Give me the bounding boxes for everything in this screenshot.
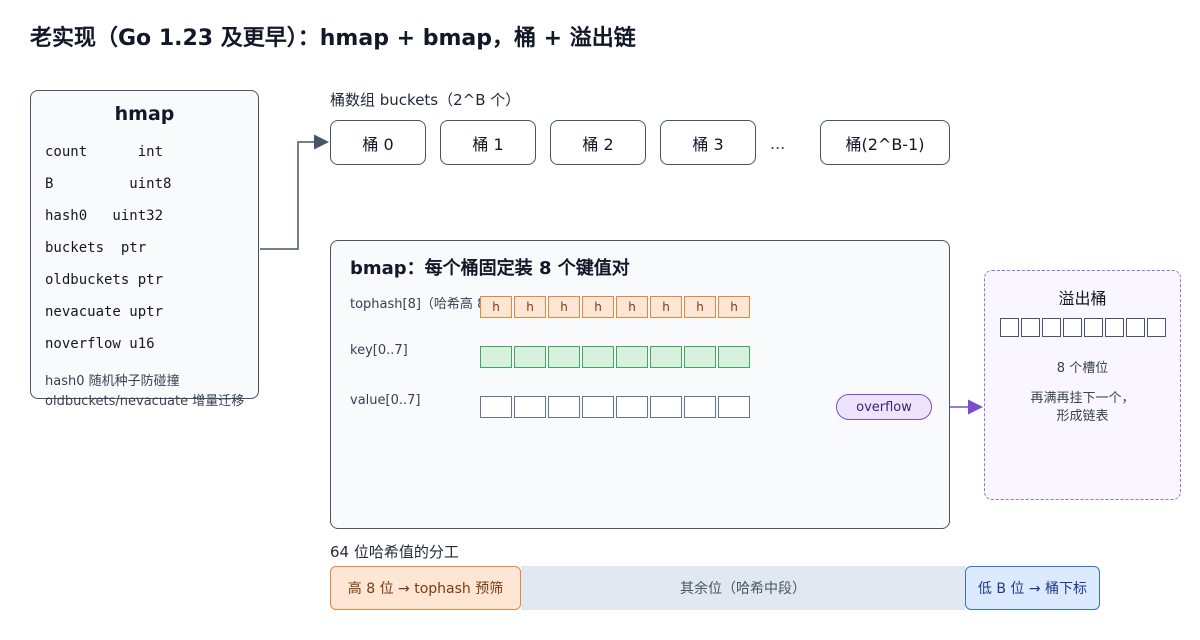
key-slots	[480, 346, 750, 368]
overflow-bucket-slots	[1000, 318, 1166, 337]
key-row-label: key[0..7]	[350, 343, 408, 358]
bucket-array-label: 桶数组 buckets（2^B 个）	[330, 91, 521, 109]
overflow-pointer: overflow	[836, 394, 932, 420]
hash-low-bits: 低 B 位 → 桶下标	[965, 566, 1100, 610]
value-slot	[684, 396, 716, 418]
overflow-slot	[1105, 318, 1124, 337]
key-slot	[650, 346, 682, 368]
hash-split-label: 64 位哈希值的分工	[330, 543, 459, 561]
tophash-slot: h	[684, 296, 716, 318]
key-slot	[616, 346, 648, 368]
value-slot	[650, 396, 682, 418]
bucket-1: 桶 1	[440, 120, 536, 165]
value-slot	[514, 396, 546, 418]
value-slot	[548, 396, 580, 418]
tophash-slot: h	[616, 296, 648, 318]
bucket-ellipsis: ...	[770, 134, 786, 153]
bucket-0: 桶 0	[330, 120, 426, 165]
key-slot	[684, 346, 716, 368]
bucket-3: 桶 3	[660, 120, 756, 165]
tophash-slot: h	[548, 296, 580, 318]
bucket-last: 桶(2^B-1)	[820, 120, 950, 165]
tophash-row-label: tophash[8]（哈希高 8	[350, 297, 486, 312]
bmap-title: bmap：每个桶固定装 8 个键值对	[350, 258, 630, 279]
key-slot	[548, 346, 580, 368]
key-slot	[718, 346, 750, 368]
value-row-label: value[0..7]	[350, 393, 421, 408]
overflow-slot	[1063, 318, 1082, 337]
overflow-slot	[1021, 318, 1040, 337]
tophash-slot: h	[480, 296, 512, 318]
value-slot	[718, 396, 750, 418]
value-slot	[480, 396, 512, 418]
overflow-slot	[1000, 318, 1019, 337]
value-slot	[616, 396, 648, 418]
key-slot	[480, 346, 512, 368]
overflow-bucket-title: 溢出桶	[1058, 289, 1107, 308]
overflow-slot	[1147, 318, 1166, 337]
value-slot	[582, 396, 614, 418]
bmap-box	[330, 240, 950, 529]
hash-middle-bits: 其余位（哈希中段）	[521, 566, 965, 610]
hash-high-bits: 高 8 位 → tophash 预筛	[330, 566, 521, 610]
key-slot	[582, 346, 614, 368]
key-slot	[514, 346, 546, 368]
value-slots	[480, 396, 750, 418]
overflow-chain-note-1: 再满再挂下一个，	[1030, 391, 1135, 406]
tophash-slot: h	[514, 296, 546, 318]
tophash-slot: h	[582, 296, 614, 318]
buckets-pointer-arrow	[260, 134, 329, 250]
overflow-chain-note-2: 形成链表	[1056, 409, 1109, 424]
overflow-slots-note: 8 个槽位	[1056, 361, 1109, 376]
overflow-slot	[1042, 318, 1061, 337]
overflow-slot	[1084, 318, 1103, 337]
tophash-slot: h	[718, 296, 750, 318]
overflow-slot	[1126, 318, 1145, 337]
bucket-2: 桶 2	[550, 120, 646, 165]
tophash-slots: h h h h h h h h	[480, 296, 750, 318]
tophash-slot: h	[650, 296, 682, 318]
